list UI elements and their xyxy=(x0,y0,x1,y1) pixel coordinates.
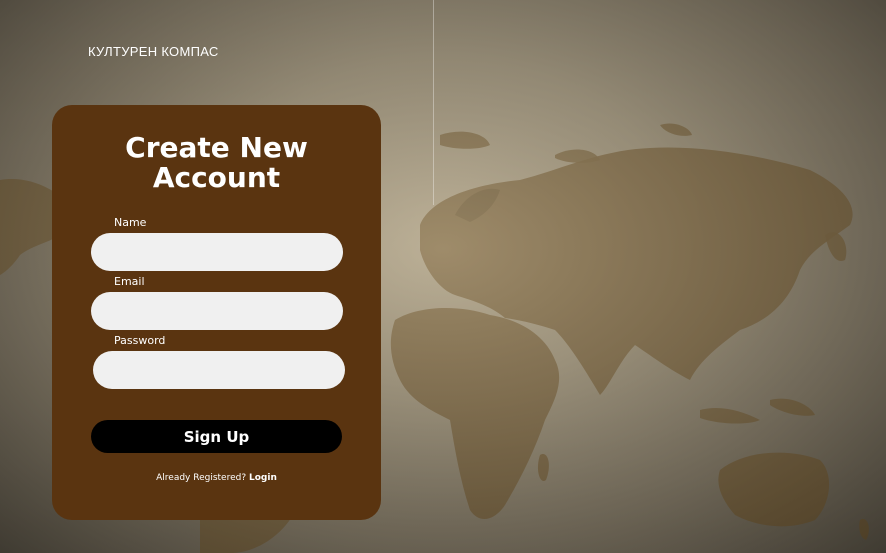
already-registered-label: Already Registered? xyxy=(156,473,247,483)
name-label: Name xyxy=(114,216,147,229)
name-field[interactable] xyxy=(91,233,343,271)
email-field[interactable] xyxy=(91,292,343,330)
login-link[interactable]: Login xyxy=(249,473,277,483)
sign-up-button[interactable]: Sign Up xyxy=(91,420,342,453)
form-title-line1: Create New xyxy=(125,131,308,164)
password-label: Password xyxy=(114,334,166,347)
brand-name[interactable]: КУЛТУРЕН КОМПАС xyxy=(88,44,219,59)
already-registered-text: Already Registered? Login xyxy=(52,473,381,483)
form-title: Create New Account xyxy=(52,133,381,193)
divider-line xyxy=(433,0,434,205)
signup-card: Create New Account Name Email Password S… xyxy=(52,105,381,520)
form-title-line2: Account xyxy=(152,161,281,194)
email-label: Email xyxy=(114,275,145,288)
password-field[interactable] xyxy=(93,351,345,389)
